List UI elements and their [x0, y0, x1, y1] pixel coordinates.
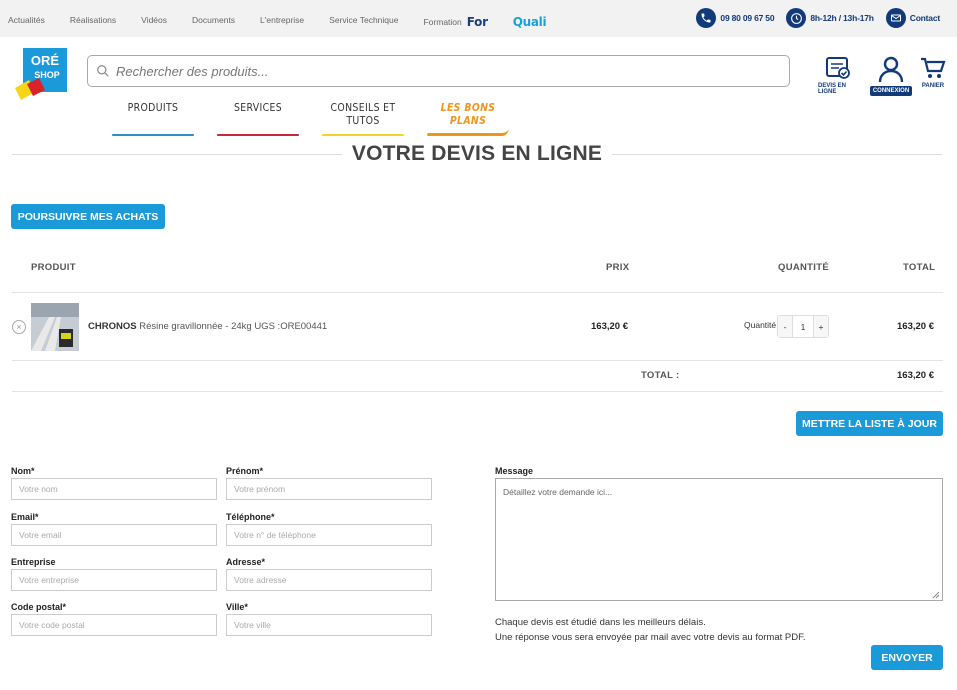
adresse-label: Adresse* [226, 557, 266, 567]
nav-bons-plans[interactable]: LES BONS PLANS [427, 101, 509, 136]
nom-field[interactable] [11, 478, 217, 500]
page-title-text: VOTRE DEVIS EN LIGNE [341, 142, 613, 165]
search-icon [97, 65, 109, 77]
phone-icon [696, 8, 717, 28]
nav-produits[interactable]: PRODUITS [112, 101, 194, 136]
top-nav-actualites[interactable]: Actualités [8, 15, 45, 29]
hours-text: 8h-12h / 13h-17h [810, 13, 874, 23]
connexion-label: CONNEXION [869, 86, 913, 96]
forquali-logo: For Quali [467, 15, 547, 29]
top-nav-documents[interactable]: Documents [192, 15, 235, 29]
remove-item-icon[interactable]: × [12, 320, 26, 334]
message-textarea[interactable] [495, 478, 943, 601]
ville-field[interactable] [226, 614, 432, 636]
code-postal-field[interactable] [11, 614, 217, 636]
adresse-field[interactable] [226, 569, 432, 591]
email-field[interactable] [11, 524, 217, 546]
clock-icon [786, 8, 807, 28]
resize-grip-icon[interactable] [931, 590, 940, 599]
col-header-product: PRODUIT [31, 262, 76, 273]
email-label: Email* [11, 512, 39, 522]
message-label: Message [495, 466, 534, 476]
logo-text-ore: ORÉ [31, 53, 60, 68]
quantity-label: Quantité [744, 320, 777, 330]
cart-icon [921, 57, 946, 78]
quote-document-icon [826, 57, 850, 79]
col-header-quantity: QUANTITÉ [778, 262, 829, 273]
header-icons: DEVIS EN LIGNE CONNEXION PANIER [818, 56, 946, 96]
connexion-link[interactable]: CONNEXION [869, 56, 913, 96]
telephone-field[interactable] [226, 524, 432, 546]
total-value: 163,20 € [897, 370, 934, 381]
continue-shopping-button[interactable]: POURSUIVRE MES ACHATS [11, 204, 165, 229]
prenom-label: Prénom* [226, 466, 264, 476]
nav-conseils-tutos[interactable]: CONSEILS ET TUTOS [322, 101, 404, 136]
table-divider [12, 292, 943, 293]
nav-services[interactable]: SERVICES [217, 101, 299, 136]
top-nav-formation[interactable]: Formation For Quali [423, 15, 571, 29]
top-bar: Actualités Réalisations Vidéos Documents… [0, 0, 957, 37]
col-header-total: TOTAL [903, 262, 936, 273]
product-thumbnail[interactable] [31, 303, 79, 351]
top-nav-formation-label: Formation [423, 17, 462, 27]
page-title: VOTRE DEVIS EN LIGNE [12, 142, 942, 166]
row-divider [12, 360, 943, 361]
line-total: 163,20 € [897, 321, 934, 332]
top-nav-service-technique[interactable]: Service Technique [329, 15, 398, 29]
code-postal-label: Code postal* [11, 602, 67, 612]
contact-link[interactable]: Contact [885, 8, 940, 28]
quote-note-line1: Chaque devis est étudié dans les meilleu… [495, 617, 706, 628]
top-nav-entreprise[interactable]: L'entreprise [260, 15, 304, 29]
col-header-price: PRIX [606, 262, 630, 273]
product-title: CHRONOS [88, 321, 137, 332]
send-button[interactable]: ENVOYER [871, 645, 943, 670]
forquali-prefix: For [466, 15, 488, 29]
mail-icon [885, 8, 906, 28]
ville-label: Ville* [226, 602, 248, 612]
top-nav: Actualités Réalisations Vidéos Documents… [8, 15, 571, 29]
total-divider [12, 391, 943, 392]
devis-label: DEVIS EN LIGNE [818, 83, 847, 95]
product-detail: Résine gravillonnée - 24kg UGS :ORE00441 [139, 321, 328, 332]
panier-link[interactable]: PANIER [921, 56, 946, 96]
quantity-increase-button[interactable]: + [814, 316, 828, 337]
opening-hours: 8h-12h / 13h-17h [786, 8, 874, 28]
quantity-input[interactable]: 1 [792, 316, 814, 337]
phone-link[interactable]: 09 80 09 67 50 [696, 8, 775, 28]
top-nav-realisations[interactable]: Réalisations [70, 15, 116, 29]
contact-label: Contact [909, 13, 940, 23]
entreprise-field[interactable] [11, 569, 217, 591]
telephone-label: Téléphone* [226, 512, 275, 522]
quantity-decrease-button[interactable]: - [778, 316, 792, 337]
search-input[interactable] [116, 63, 756, 79]
user-icon [878, 56, 904, 83]
forquali-suffix: Quali [512, 15, 547, 29]
table-row: × CHRONOS Résine gravillonnée - 24kg UGS… [12, 303, 943, 351]
main-nav: PRODUITS SERVICES CONSEILS ET TUTOS LES … [105, 101, 525, 136]
top-nav-videos[interactable]: Vidéos [141, 15, 167, 29]
logo-text-shop: SHOP [34, 70, 60, 80]
prenom-field[interactable] [226, 478, 432, 500]
entreprise-label: Entreprise [11, 557, 56, 567]
update-list-button[interactable]: METTRE LA LISTE À JOUR [796, 411, 943, 436]
phone-number: 09 80 09 67 50 [720, 13, 775, 23]
quantity-stepper: - 1 + [777, 315, 829, 338]
product-price: 163,20 € [591, 321, 628, 332]
panier-label: PANIER [921, 83, 945, 89]
quote-note-line2: Une réponse vous sera envoyée par mail a… [495, 632, 806, 643]
contact-bar: 09 80 09 67 50 8h-12h / 13h-17h Contact [684, 8, 940, 28]
devis-en-ligne-link[interactable]: DEVIS EN LIGNE [818, 56, 858, 96]
product-name[interactable]: CHRONOS Résine gravillonnée - 24kg UGS :… [88, 321, 327, 332]
title-row: VOTRE DEVIS EN LIGNE [12, 142, 942, 166]
search-bar [87, 55, 790, 87]
nom-label: Nom* [11, 466, 35, 476]
oreshop-logo[interactable]: ORÉ SHOP [15, 48, 71, 103]
total-label: TOTAL : [641, 370, 680, 381]
